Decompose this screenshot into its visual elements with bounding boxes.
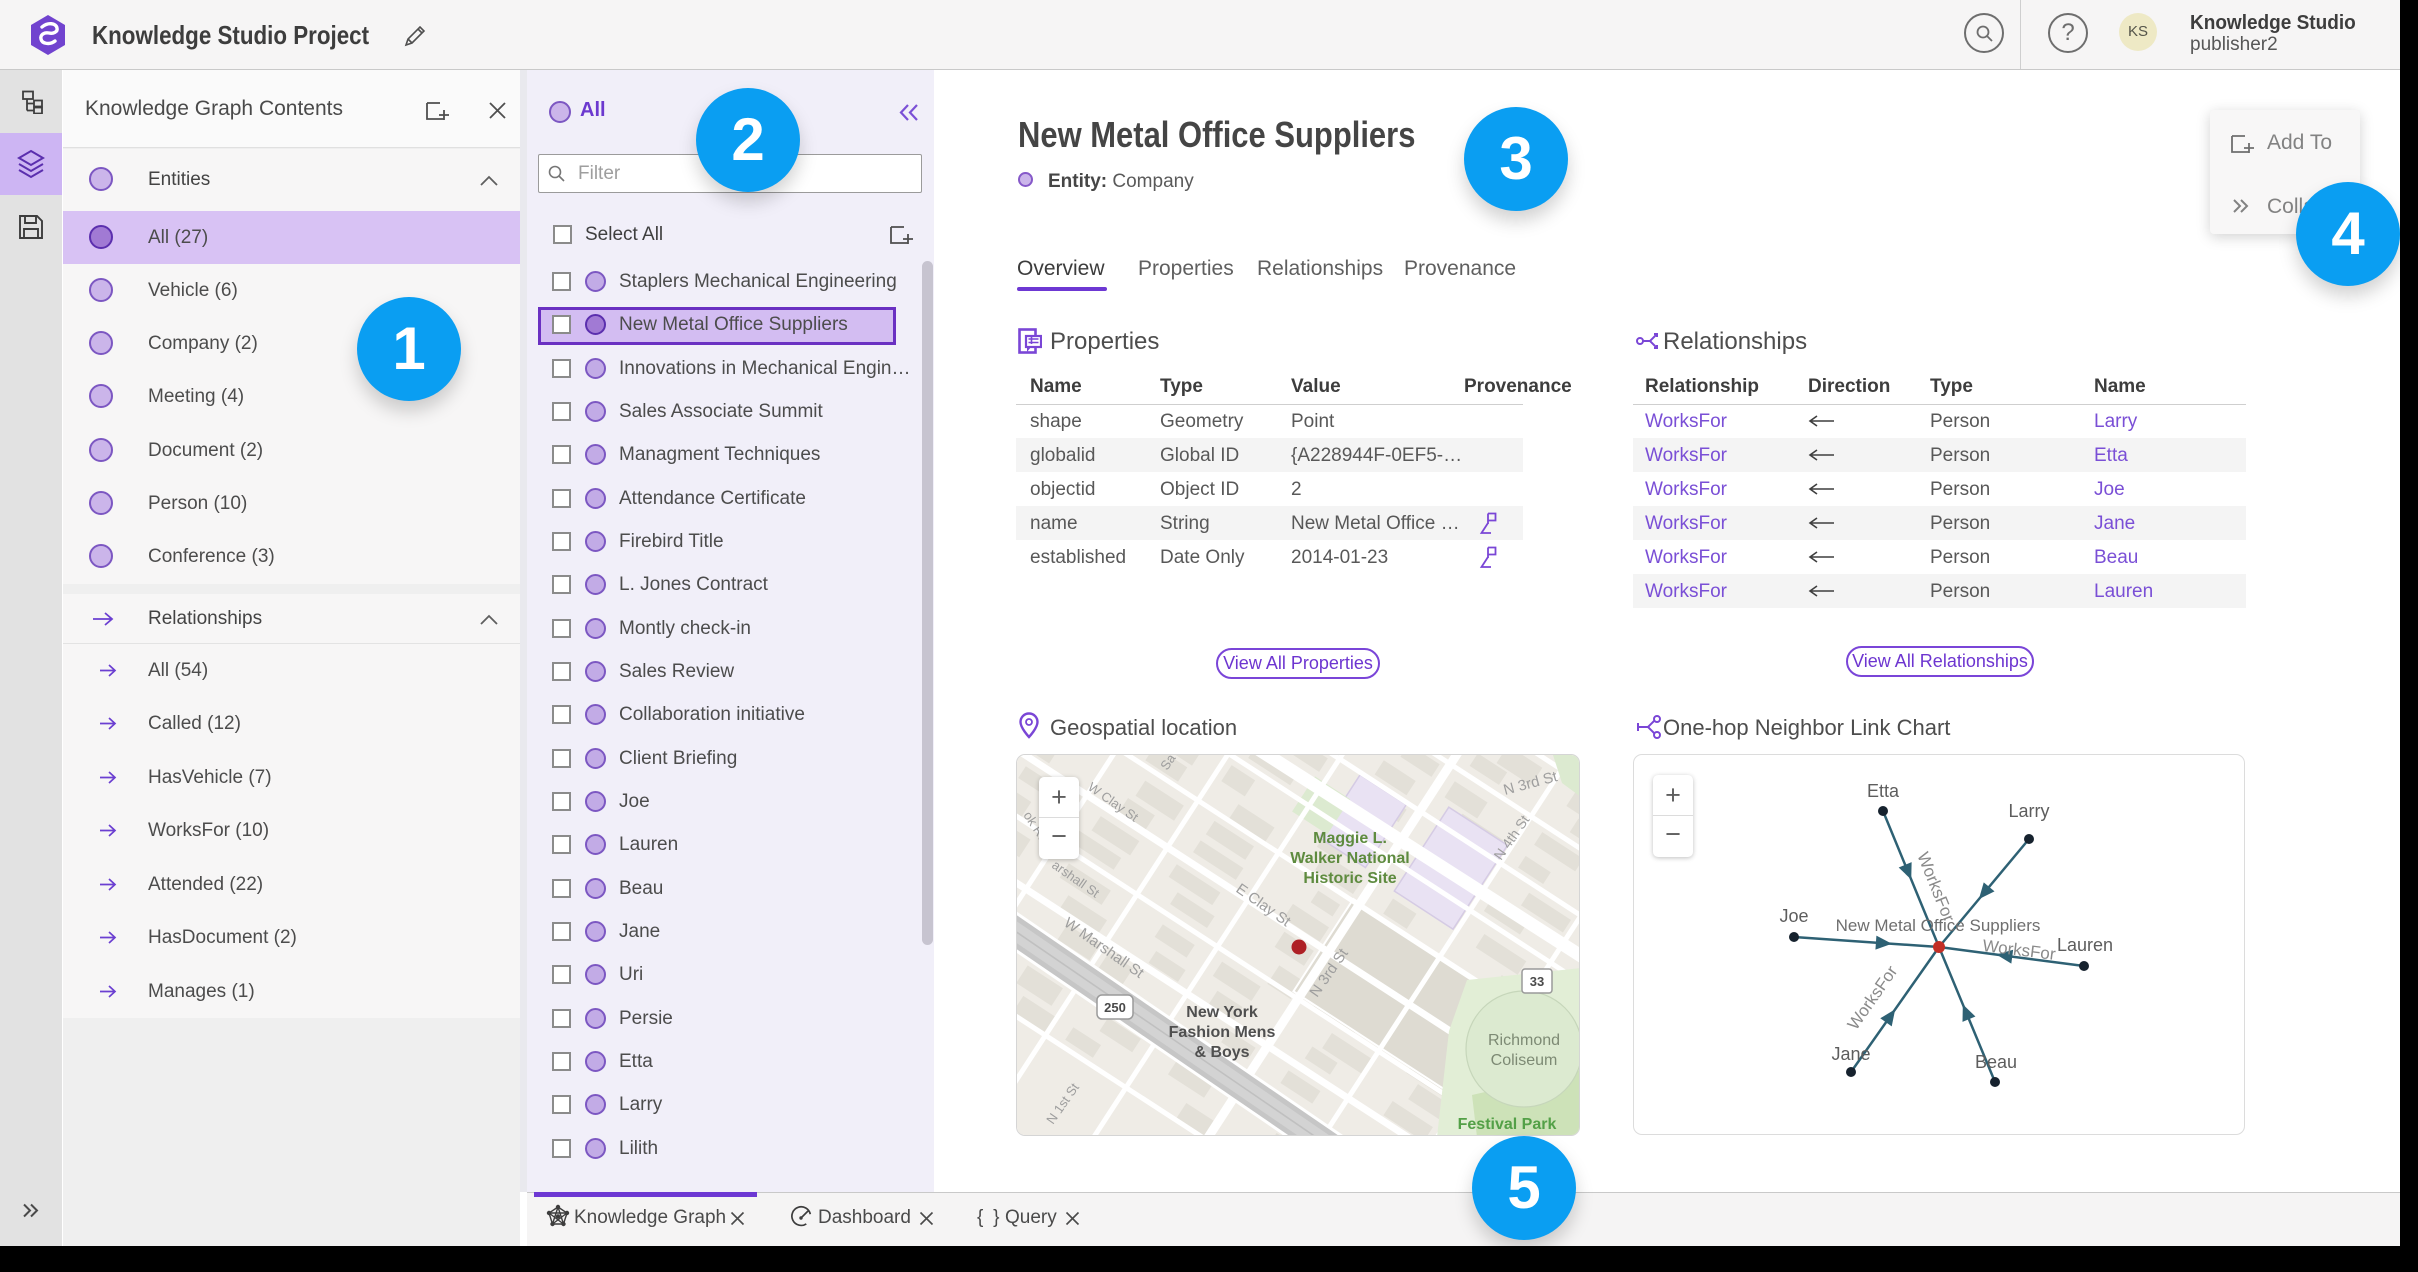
svg-text:Coliseum: Coliseum: [1491, 1052, 1558, 1069]
svg-text:Lauren: Lauren: [2057, 935, 2113, 955]
svg-text:Larry: Larry: [2008, 801, 2049, 821]
svg-text:WorksFor: WorksFor: [1982, 936, 2057, 964]
svg-text:Richmond: Richmond: [1488, 1032, 1560, 1049]
svg-text:Festival Park: Festival Park: [1458, 1116, 1557, 1133]
svg-text:33: 33: [1530, 974, 1544, 989]
svg-text:250: 250: [1104, 1000, 1126, 1015]
svg-text:Historic Site: Historic Site: [1303, 870, 1396, 887]
svg-text:WorksFor: WorksFor: [1913, 849, 1958, 924]
svg-text:Joe: Joe: [1779, 906, 1808, 926]
svg-text:Etta: Etta: [1867, 781, 1900, 801]
svg-text:Fashion Mens: Fashion Mens: [1169, 1024, 1276, 1041]
svg-text:New Metal Office Suppliers: New Metal Office Suppliers: [1836, 916, 2041, 935]
svg-text:New York: New York: [1186, 1004, 1258, 1021]
svg-text:Beau: Beau: [1975, 1052, 2017, 1072]
svg-text:Walker National: Walker National: [1290, 850, 1409, 867]
svg-text:& Boys: & Boys: [1194, 1044, 1249, 1061]
svg-text:WorksFor: WorksFor: [1844, 962, 1902, 1033]
svg-text:Jane: Jane: [1831, 1044, 1870, 1064]
svg-text:Maggie L.: Maggie L.: [1313, 830, 1387, 847]
